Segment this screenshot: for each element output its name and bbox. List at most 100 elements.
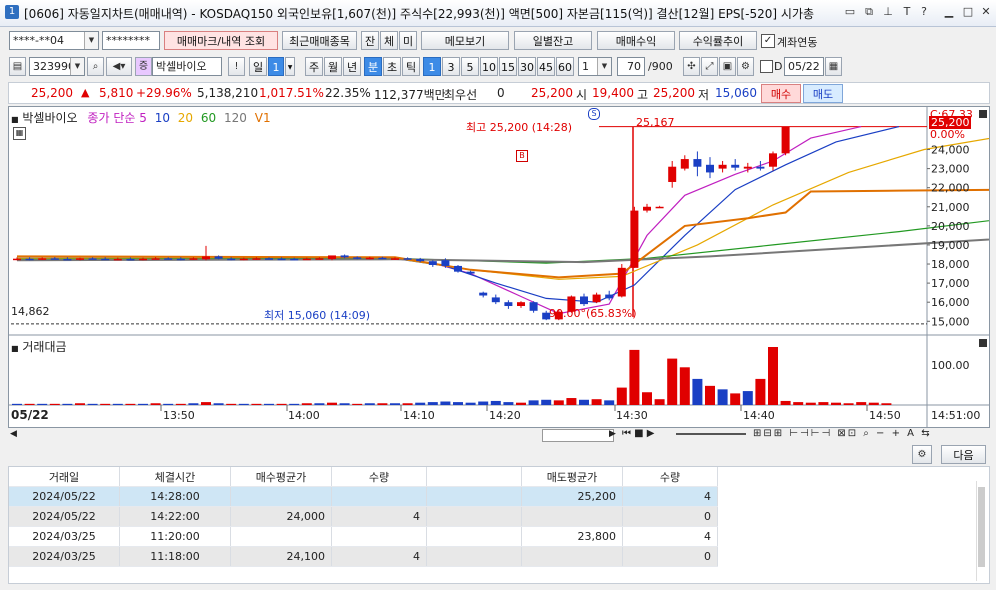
minute-option-60[interactable]: 60 bbox=[556, 57, 574, 76]
maximize-icon[interactable]: □ bbox=[961, 5, 975, 19]
layout-icon[interactable]: ▭ bbox=[843, 5, 857, 19]
tab-minute[interactable]: 분 bbox=[364, 57, 382, 76]
price-axis-label: 17,000 bbox=[931, 277, 970, 290]
font-icon[interactable]: T bbox=[900, 5, 914, 19]
date-checkbox[interactable] bbox=[760, 60, 773, 73]
drawing-tools-icon[interactable]: ⊞⊟⊞ ⊢⊣⊢⊣ ⊠⊡ ⌕ − + A ⇆ bbox=[753, 428, 932, 439]
chevron-down-icon[interactable]: ▼ bbox=[597, 58, 611, 75]
col-sell-qty: 수량 bbox=[622, 467, 718, 487]
volume-bar bbox=[453, 402, 463, 405]
gear-icon[interactable]: ⚙ bbox=[912, 445, 932, 464]
trade-mark-button[interactable]: 매매마크/내역 조회 bbox=[164, 31, 278, 50]
scroll-left-icon[interactable]: ◀ bbox=[10, 429, 17, 439]
cell-buy-avg bbox=[230, 526, 332, 547]
gear-icon[interactable]: ⚙ bbox=[737, 57, 754, 76]
account-link-checkbox[interactable]: ✓ bbox=[761, 34, 775, 48]
display-count-input[interactable]: 70 bbox=[617, 57, 645, 76]
unfilled-button[interactable]: 미 bbox=[399, 31, 417, 50]
legend-ma10: 10 bbox=[154, 111, 170, 125]
pct-label: 0.00% bbox=[930, 128, 965, 141]
cell-sell-qty: 4 bbox=[622, 526, 718, 547]
minute-option-45[interactable]: 45 bbox=[537, 57, 555, 76]
volume-bar bbox=[503, 402, 514, 405]
interval-select[interactable]: 1 ▼ bbox=[578, 57, 612, 76]
volume-bar bbox=[301, 403, 312, 405]
link-icon[interactable]: ⧉ bbox=[862, 5, 876, 19]
high-label: 고 bbox=[637, 88, 649, 102]
calendar-icon[interactable]: ▦ bbox=[825, 57, 842, 76]
chevron-down-icon[interactable]: ▼ bbox=[84, 32, 98, 49]
cell-buy-qty bbox=[331, 526, 427, 547]
code-icon[interactable]: ▤ bbox=[9, 57, 26, 76]
crosshair-icon[interactable]: ✣ bbox=[683, 57, 700, 76]
execution-button[interactable]: 체 bbox=[380, 31, 398, 50]
minute-option-15[interactable]: 15 bbox=[499, 57, 517, 76]
password-field[interactable]: ******** bbox=[102, 31, 160, 50]
sound-icon[interactable]: ◀▾ bbox=[106, 57, 132, 76]
scroll-right-icon[interactable]: ▶ bbox=[609, 429, 616, 439]
tools-icon[interactable]: ⤢ bbox=[701, 57, 718, 76]
account-select[interactable]: ****-**04 ▼ bbox=[9, 31, 99, 50]
minimize-icon[interactable]: ▁ bbox=[942, 5, 956, 19]
help-icon[interactable]: ? bbox=[917, 5, 931, 19]
volume-bar bbox=[604, 400, 615, 405]
candle-body bbox=[139, 258, 147, 261]
return-trend-button[interactable]: 수익률추이 bbox=[679, 31, 757, 50]
volume-bar bbox=[654, 399, 665, 405]
playback-controls-icon[interactable]: ⏮ ■ ▶ bbox=[622, 428, 655, 439]
recent-trades-button[interactable]: 최근매매종목 bbox=[282, 31, 357, 50]
save-icon[interactable]: ▣ bbox=[719, 57, 736, 76]
minute-option-3[interactable]: 3 bbox=[442, 57, 460, 76]
tab-week[interactable]: 주 bbox=[305, 57, 323, 76]
buy-button[interactable]: 매수 bbox=[761, 84, 801, 103]
table-row[interactable]: 2024/05/22 14:22:00 24,000 4 0 bbox=[9, 506, 718, 527]
volume-bullet-icon: ■ bbox=[11, 344, 19, 353]
daily-balance-button[interactable]: 일별잔고 bbox=[514, 31, 592, 50]
stock-name-field[interactable]: 박셀바이오 bbox=[152, 57, 222, 76]
candle-body bbox=[680, 159, 689, 169]
minute-option-1[interactable]: 1 bbox=[423, 57, 441, 76]
minute-option-30[interactable]: 30 bbox=[518, 57, 536, 76]
tab-tick[interactable]: 틱 bbox=[402, 57, 420, 76]
minute-option-10[interactable]: 10 bbox=[480, 57, 498, 76]
tab-year[interactable]: 년 bbox=[343, 57, 361, 76]
table-scroll-thumb[interactable] bbox=[978, 487, 985, 567]
volume-bar bbox=[276, 403, 287, 405]
trade-profit-button[interactable]: 매매수익 bbox=[597, 31, 675, 50]
tab-month[interactable]: 월 bbox=[324, 57, 342, 76]
chart-scrollbar[interactable]: ◀ ▶ ⏮ ■ ▶ ⊞⊟⊞ ⊢⊣⊢⊣ ⊠⊡ ⌕ − + A ⇆ bbox=[8, 428, 990, 442]
chart-canvas[interactable]: 24,000 23,000 22,000 21,000 20,000 19,000 18,0… bbox=[9, 107, 989, 427]
table-scrollbar[interactable] bbox=[976, 481, 987, 581]
balance-button[interactable]: 잔 bbox=[361, 31, 379, 50]
table-row[interactable]: 2024/03/25 11:18:00 24,100 4 0 bbox=[9, 546, 718, 567]
memo-button[interactable]: 메모보기 bbox=[421, 31, 509, 50]
table-row[interactable]: 2024/05/22 14:28:00 25,200 4 bbox=[9, 486, 718, 507]
table-toggle-icon[interactable]: ▦ bbox=[13, 127, 26, 140]
price-panel-close-icon[interactable] bbox=[979, 110, 987, 118]
volume-bar bbox=[289, 403, 300, 405]
sell-button[interactable]: 매도 bbox=[803, 84, 843, 103]
close-icon[interactable]: ✕ bbox=[979, 5, 993, 19]
alert-icon[interactable]: ! bbox=[228, 57, 245, 76]
tab-day-count[interactable]: 1 bbox=[268, 57, 284, 76]
chevron-down-icon[interactable]: ▼ bbox=[70, 58, 84, 75]
stock-tag-icon[interactable]: 증 bbox=[135, 57, 152, 76]
speed-slider[interactable] bbox=[676, 433, 746, 435]
tab-day[interactable]: 일 bbox=[249, 57, 267, 76]
scroll-thumb[interactable] bbox=[542, 429, 614, 442]
stock-code-input[interactable]: 323990 ▼ bbox=[29, 57, 85, 76]
search-icon[interactable]: ⌕ bbox=[87, 57, 104, 76]
chart-panel[interactable]: 24,000 23,000 22,000 21,000 20,000 19,000 18,0… bbox=[8, 106, 990, 428]
volume-bar bbox=[553, 400, 564, 405]
col-sell-avg: 매도평균가 bbox=[521, 467, 623, 487]
cell-sell-qty: 0 bbox=[622, 546, 718, 567]
tab-second[interactable]: 초 bbox=[383, 57, 401, 76]
chevron-down-icon[interactable]: ▼ bbox=[285, 57, 295, 76]
date-input[interactable]: 05/22 bbox=[784, 57, 824, 76]
minute-option-5[interactable]: 5 bbox=[461, 57, 479, 76]
volume-panel-close-icon[interactable] bbox=[979, 339, 987, 347]
next-button[interactable]: 다음 bbox=[941, 445, 986, 464]
volume-bar bbox=[415, 402, 426, 405]
pin-icon[interactable]: ⊥ bbox=[881, 5, 895, 19]
table-row[interactable]: 2024/03/25 11:20:00 23,800 4 bbox=[9, 526, 718, 547]
